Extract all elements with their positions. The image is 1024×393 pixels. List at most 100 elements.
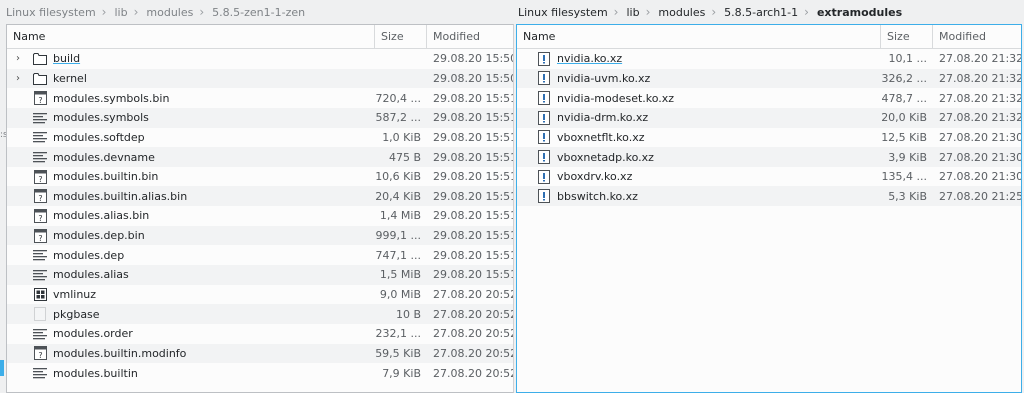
file-modified: 29.08.20 15:51 xyxy=(433,209,514,223)
file-name-cell: nvidia.ko.xz xyxy=(517,51,881,66)
file-row[interactable]: ›modules.dep747,1 ... 29.08.20 15:51 xyxy=(7,245,513,265)
expand-chevron-icon[interactable]: › xyxy=(11,73,25,84)
file-name: modules.dep xyxy=(53,248,125,262)
breadcrumb-item[interactable]: modules xyxy=(146,6,193,19)
file-row[interactable]: ›?modules.builtin.alias.bin20,4 KiB29.08… xyxy=(7,186,513,207)
breadcrumb-item[interactable]: modules xyxy=(658,6,705,19)
file-row[interactable]: ›?modules.alias.bin1,4 MiB29.08.20 15:51 xyxy=(7,206,513,226)
file-row[interactable]: nvidia.ko.xz 10,1 ... 27.08.20 21:32 xyxy=(517,49,1021,69)
file-size: 478,7 ... xyxy=(881,91,927,105)
binary-file-icon: ? xyxy=(33,169,47,184)
text-file-icon xyxy=(33,268,47,282)
file-pane-left[interactable]: Name Size Modified › build 29.08.20 15:50 ›… xyxy=(6,24,514,393)
file-modified: 27.08.20 20:52 xyxy=(433,366,514,380)
file-row[interactable]: ›modules.order232,1 ... 27.08.20 20:52 xyxy=(7,324,513,344)
archive-file-icon xyxy=(537,110,551,125)
file-row[interactable]: vboxnetflt.ko.xz 12,5 KiB 27.08.20 21:30 xyxy=(517,128,1021,148)
breadcrumb-item[interactable]: Linux filesystem xyxy=(518,6,608,19)
expand-chevron-icon[interactable]: › xyxy=(11,53,25,64)
file-row[interactable]: vboxdrv.ko.xz 135,4 ... 27.08.20 21:30 xyxy=(517,167,1021,187)
file-row[interactable]: vboxnetadp.ko.xz 3,9 KiB 27.08.20 21:30 xyxy=(517,147,1021,167)
file-modified: 27.08.20 20:52 xyxy=(433,307,514,321)
column-name-header[interactable]: Name xyxy=(7,25,375,48)
svg-text:?: ? xyxy=(38,351,42,360)
file-name-cell: nvidia-uvm.ko.xz xyxy=(517,71,881,86)
file-size: 232,1 ... xyxy=(375,327,421,341)
breadcrumb-item-current[interactable]: 5.8.5-zen1-1-zen xyxy=(212,6,305,19)
file-modified: 29.08.20 15:51 xyxy=(433,248,514,262)
file-name-cell: ›modules.devname xyxy=(7,150,375,164)
file-list: › build 29.08.20 15:50 › kernel 29.08.20 15:5… xyxy=(7,49,513,383)
breadcrumb-item-current[interactable]: extramodules xyxy=(817,6,902,19)
file-modified: 27.08.20 21:25 xyxy=(939,189,1022,203)
breadcrumb-item[interactable]: lib xyxy=(114,6,127,19)
file-size: 747,1 ... xyxy=(375,248,421,262)
text-file-icon xyxy=(33,150,47,164)
file-row[interactable]: ›modules.devname 475 B 29.08.20 15:51 xyxy=(7,147,513,167)
file-row[interactable]: bbswitch.ko.xz 5,3 KiB 27.08.20 21:25 xyxy=(517,186,1022,207)
file-row[interactable]: ›modules.alias 1,5 MiB 29.08.20 15:51 xyxy=(7,265,513,285)
file-size: 10 B xyxy=(395,307,421,321)
file-name-cell: › build xyxy=(7,52,375,66)
file-row[interactable]: ›?modules.symbols.bin720,4 ...29.08.20 1… xyxy=(7,88,513,108)
breadcrumb-item[interactable]: 5.8.5-arch1-1 xyxy=(724,6,798,19)
file-size: 999,1 ... xyxy=(375,229,421,243)
file-size: 12,5 KiB xyxy=(881,130,927,144)
file-modified: 29.08.20 15:50 xyxy=(433,71,514,85)
column-size-header[interactable]: Size xyxy=(881,25,933,48)
file-row[interactable]: ›vmlinuz 9,0 MiB 27.08.20 20:52 xyxy=(7,285,513,305)
file-row[interactable]: ›modules.softdep 1,0 KiB 29.08.20 15:51 xyxy=(7,128,513,148)
column-size-header[interactable]: Size xyxy=(375,25,427,48)
file-row[interactable]: ›modules.symbols587,2 ... 29.08.20 15:51 xyxy=(7,107,513,128)
file-pane-right[interactable]: Name Size Modified nvidia.ko.xz 10,1 ... 2… xyxy=(516,24,1022,393)
file-row[interactable]: ›?modules.dep.bin999,1 ...29.08.20 15:51 xyxy=(7,225,513,246)
file-modified: 29.08.20 15:51 xyxy=(433,268,514,282)
file-modified: 29.08.20 15:51 xyxy=(433,150,514,164)
file-name: nvidia-drm.ko.xz xyxy=(557,111,649,125)
file-modified: 27.08.20 20:52 xyxy=(433,346,514,360)
file-row[interactable]: ›modules.builtin 7,9 KiB 27.08.20 20:52 xyxy=(7,363,513,383)
folder-icon xyxy=(33,52,47,66)
file-name-cell: vboxnetflt.ko.xz xyxy=(517,130,881,145)
file-row[interactable]: nvidia-drm.ko.xz 20,0 KiB 27.08.20 21:32 xyxy=(517,107,1021,128)
column-name-header[interactable]: Name xyxy=(517,25,881,48)
svg-text:?: ? xyxy=(38,214,42,223)
chevron-right-icon: › xyxy=(101,5,107,19)
file-size: 20,4 KiB xyxy=(375,189,421,203)
file-row[interactable]: ›?modules.builtin.modinfo59,5 KiB27.08.2… xyxy=(7,343,514,364)
file-name: vboxnetadp.ko.xz xyxy=(557,150,654,164)
file-name-cell: ›modules.softdep xyxy=(7,130,375,144)
column-modified-header[interactable]: Modified xyxy=(933,25,1021,48)
file-row[interactable]: ›pkgbase 10 B 27.08.20 20:52 xyxy=(7,304,513,324)
file-name-cell: ›pkgbase xyxy=(7,307,375,322)
archive-file-icon xyxy=(537,189,551,204)
panel-edge-accent xyxy=(0,360,4,376)
column-header: Name Size Modified xyxy=(7,25,513,49)
file-size: 720,4 ... xyxy=(375,91,421,105)
file-name: kernel xyxy=(53,71,87,85)
file-name-cell: bbswitch.ko.xz xyxy=(517,189,881,204)
file-size: 1,4 MiB xyxy=(379,209,421,223)
file-modified: 27.08.20 20:52 xyxy=(433,327,514,341)
file-row[interactable]: nvidia-modeset.ko.xz 478,7 ... 27.08.20 21… xyxy=(517,88,1021,108)
file-size: 7,9 KiB xyxy=(382,366,421,380)
file-name: modules.alias.bin xyxy=(53,209,150,223)
file-size: 326,2 ... xyxy=(881,71,927,85)
file-name: modules.alias xyxy=(53,268,129,282)
archive-file-icon xyxy=(537,130,551,145)
file-list: nvidia.ko.xz 10,1 ... 27.08.20 21:32 nvidia… xyxy=(517,49,1022,207)
file-modified: 29.08.20 15:51 xyxy=(433,130,514,144)
file-name-cell: vboxnetadp.ko.xz xyxy=(517,150,881,165)
file-row[interactable]: › build 29.08.20 15:50 xyxy=(7,49,513,69)
file-modified: 27.08.20 21:30 xyxy=(939,130,1022,144)
binary-file-icon: ? xyxy=(33,208,47,223)
breadcrumb-item[interactable]: lib xyxy=(626,6,639,19)
chevron-right-icon: › xyxy=(133,5,139,19)
file-row[interactable]: ›?modules.builtin.bin10,6 KiB29.08.20 15… xyxy=(7,167,513,187)
column-modified-header[interactable]: Modified xyxy=(427,25,513,48)
file-row[interactable]: nvidia-uvm.ko.xz 326,2 ... 27.08.20 21:32 xyxy=(517,68,1021,89)
breadcrumb-item[interactable]: Linux filesystem xyxy=(6,6,96,19)
svg-text:?: ? xyxy=(38,194,42,203)
chevron-right-icon: › xyxy=(804,5,809,19)
file-row[interactable]: › kernel 29.08.20 15:50 xyxy=(7,68,514,89)
